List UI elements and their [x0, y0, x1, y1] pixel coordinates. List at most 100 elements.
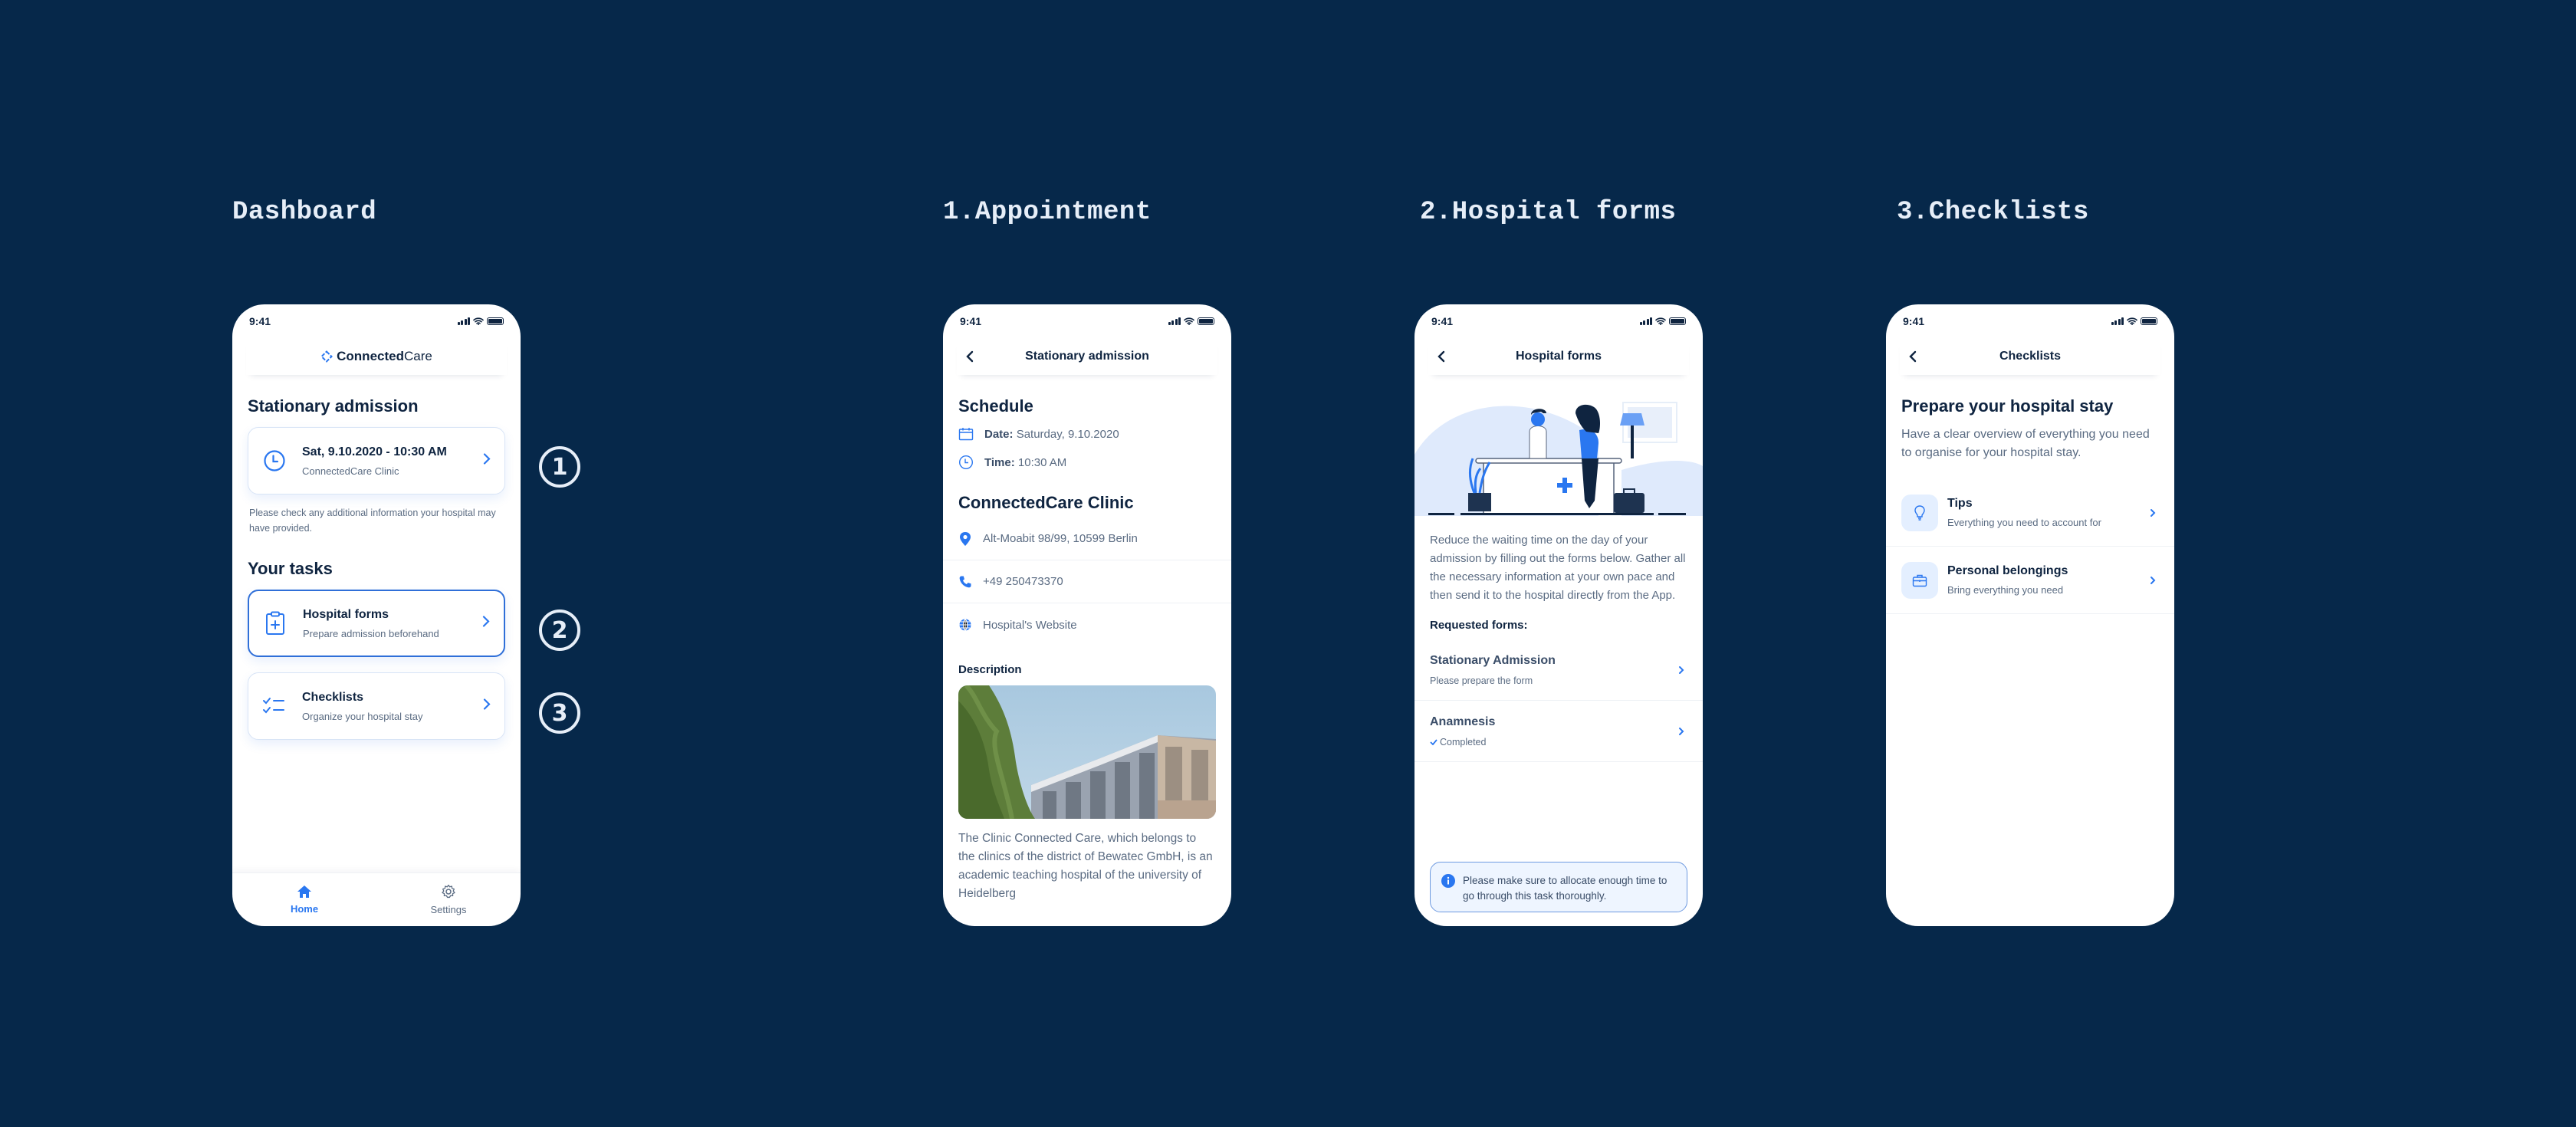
chevron-right-icon — [483, 453, 491, 469]
form-title: Anamnesis — [1430, 715, 1496, 728]
lightbulb-icon — [1901, 494, 1938, 531]
logo-light: Care — [403, 349, 432, 363]
back-button[interactable] — [1433, 348, 1450, 365]
screen-title-dashboard: Dashboard — [232, 198, 377, 227]
battery-icon — [1198, 317, 1214, 325]
app-header: ConnectedCare — [246, 338, 507, 375]
phone-checklists: 9:41 Checklists Prepare your hospital st… — [1886, 304, 2174, 926]
gear-icon — [442, 884, 455, 899]
calendar-icon — [958, 428, 974, 441]
home-icon — [297, 886, 311, 898]
form-title: Stationary Admission — [1430, 653, 1556, 667]
address-row[interactable]: Alt-Moabit 98/99, 10599 Berlin — [943, 518, 1231, 560]
schedule-title: Schedule — [958, 396, 1033, 416]
chevron-right-icon — [483, 698, 491, 715]
phone-hospital-forms: 9:41 Hospital forms Reduce the waiting t… — [1414, 304, 1703, 926]
signal-icon — [2111, 317, 2124, 325]
nav-bar: Checklists — [1900, 338, 2160, 375]
form-row-stationary-admission[interactable]: Stationary Admission Please prepare the … — [1414, 639, 1703, 701]
nav-title: Hospital forms — [1515, 350, 1602, 363]
task-subtitle: Organize your hospital stay — [302, 710, 423, 722]
forms-intro: Reduce the waiting time on the day of yo… — [1430, 534, 1686, 602]
chevron-left-icon — [966, 350, 974, 363]
battery-icon — [487, 317, 504, 325]
chevron-right-icon — [482, 616, 490, 632]
clock-icon — [958, 455, 974, 470]
address-text: Alt-Moabit 98/99, 10599 Berlin — [983, 532, 1138, 545]
phone-icon — [959, 576, 971, 587]
status-bar: 9:41 — [943, 304, 1231, 338]
chevron-right-icon — [2150, 508, 2156, 517]
clock-icon — [262, 449, 287, 472]
phone-row[interactable]: +49 250473370 — [943, 560, 1231, 603]
checklists-heading: Prepare your hospital stay — [1901, 396, 2114, 416]
reception-illustration — [1414, 386, 1703, 516]
nav-title: Checklists — [1999, 350, 2062, 363]
tab-bar: Home Settings — [232, 872, 521, 926]
step-badge-3: 3 — [539, 692, 580, 734]
chevron-right-icon — [2150, 576, 2156, 584]
clipboard-plus-icon — [263, 611, 288, 636]
step-badge-2: 2 — [539, 610, 580, 651]
tab-label: Home — [290, 903, 319, 915]
back-button[interactable] — [961, 348, 978, 365]
tab-label: Settings — [430, 904, 467, 915]
date-label: Date: — [984, 427, 1014, 441]
form-status: Please prepare the form — [1430, 675, 1533, 686]
tab-home[interactable]: Home — [266, 885, 343, 915]
item-subtitle: Bring everything you need — [1947, 584, 2064, 596]
location-pin-icon — [960, 531, 971, 546]
task-hospital-forms[interactable]: Hospital forms Prepare admission beforeh… — [248, 590, 505, 657]
form-status-text: Completed — [1440, 736, 1487, 748]
app-logo: ConnectedCare — [320, 349, 432, 364]
time-value: 10:30 AM — [1017, 455, 1067, 469]
task-title: Hospital forms — [303, 607, 389, 621]
status-bar: 9:41 — [1414, 304, 1703, 338]
appointment-card[interactable]: Sat, 9.10.2020 - 10:30 AM ConnectedCare … — [248, 427, 505, 495]
battery-icon — [2141, 317, 2157, 325]
screen-title-hospital-forms: 2.Hospital forms — [1420, 198, 1677, 227]
chevron-right-icon — [1679, 665, 1684, 674]
website-link: Hospital's Website — [983, 618, 1077, 632]
wifi-icon — [2127, 317, 2137, 325]
screen-title-checklists: 3.Checklists — [1897, 198, 2089, 227]
wifi-icon — [1184, 317, 1194, 325]
back-button[interactable] — [1904, 348, 1921, 365]
signal-icon — [1639, 317, 1652, 325]
checklist-icon — [262, 696, 287, 716]
requested-forms-title: Requested forms: — [1430, 619, 1528, 632]
checklists-intro: Have a clear overview of everything you … — [1901, 428, 2150, 459]
phone-number: +49 250473370 — [983, 575, 1063, 588]
checklist-item-tips[interactable]: Tips Everything you need to account for — [1886, 479, 2174, 547]
wifi-icon — [473, 317, 484, 325]
time-label: Time: — [984, 455, 1015, 469]
task-title: Checklists — [302, 690, 364, 704]
item-subtitle: Everything you need to account for — [1947, 517, 2101, 528]
website-row[interactable]: Hospital's Website — [943, 603, 1231, 646]
nav-bar: Stationary admission — [957, 338, 1217, 375]
form-status: Completed — [1430, 737, 1495, 748]
status-time: 9:41 — [249, 315, 271, 327]
appointment-datetime: Sat, 9.10.2020 - 10:30 AM — [302, 445, 447, 458]
form-row-anamnesis[interactable]: Anamnesis Completed — [1414, 701, 1703, 762]
task-checklists[interactable]: Checklists Organize your hospital stay — [248, 672, 505, 740]
signal-icon — [1168, 317, 1181, 325]
signal-icon — [457, 317, 470, 325]
description-text: The Clinic Connected Care, which belongs… — [958, 832, 1213, 900]
nav-bar: Hospital forms — [1428, 338, 1689, 375]
tab-settings[interactable]: Settings — [410, 884, 487, 915]
globe-icon — [959, 619, 971, 631]
chevron-left-icon — [1909, 350, 1917, 363]
status-bar: 9:41 — [232, 304, 521, 338]
nav-title: Stationary admission — [1025, 350, 1149, 363]
status-time: 9:41 — [1903, 315, 1925, 327]
date-value: Saturday, 9.10.2020 — [1016, 427, 1119, 441]
logo-bold: Connected — [337, 349, 404, 363]
info-alert: Please make sure to allocate enough time… — [1430, 862, 1687, 912]
checklist-item-personal-belongings[interactable]: Personal belongings Bring everything you… — [1886, 547, 2174, 614]
appointment-clinic: ConnectedCare Clinic — [302, 465, 399, 477]
status-bar: 9:41 — [1886, 304, 2174, 338]
schedule-time: Time: 10:30 AM — [958, 455, 1216, 470]
briefcase-icon — [1901, 561, 1938, 599]
checkmark-icon — [1430, 738, 1438, 745]
